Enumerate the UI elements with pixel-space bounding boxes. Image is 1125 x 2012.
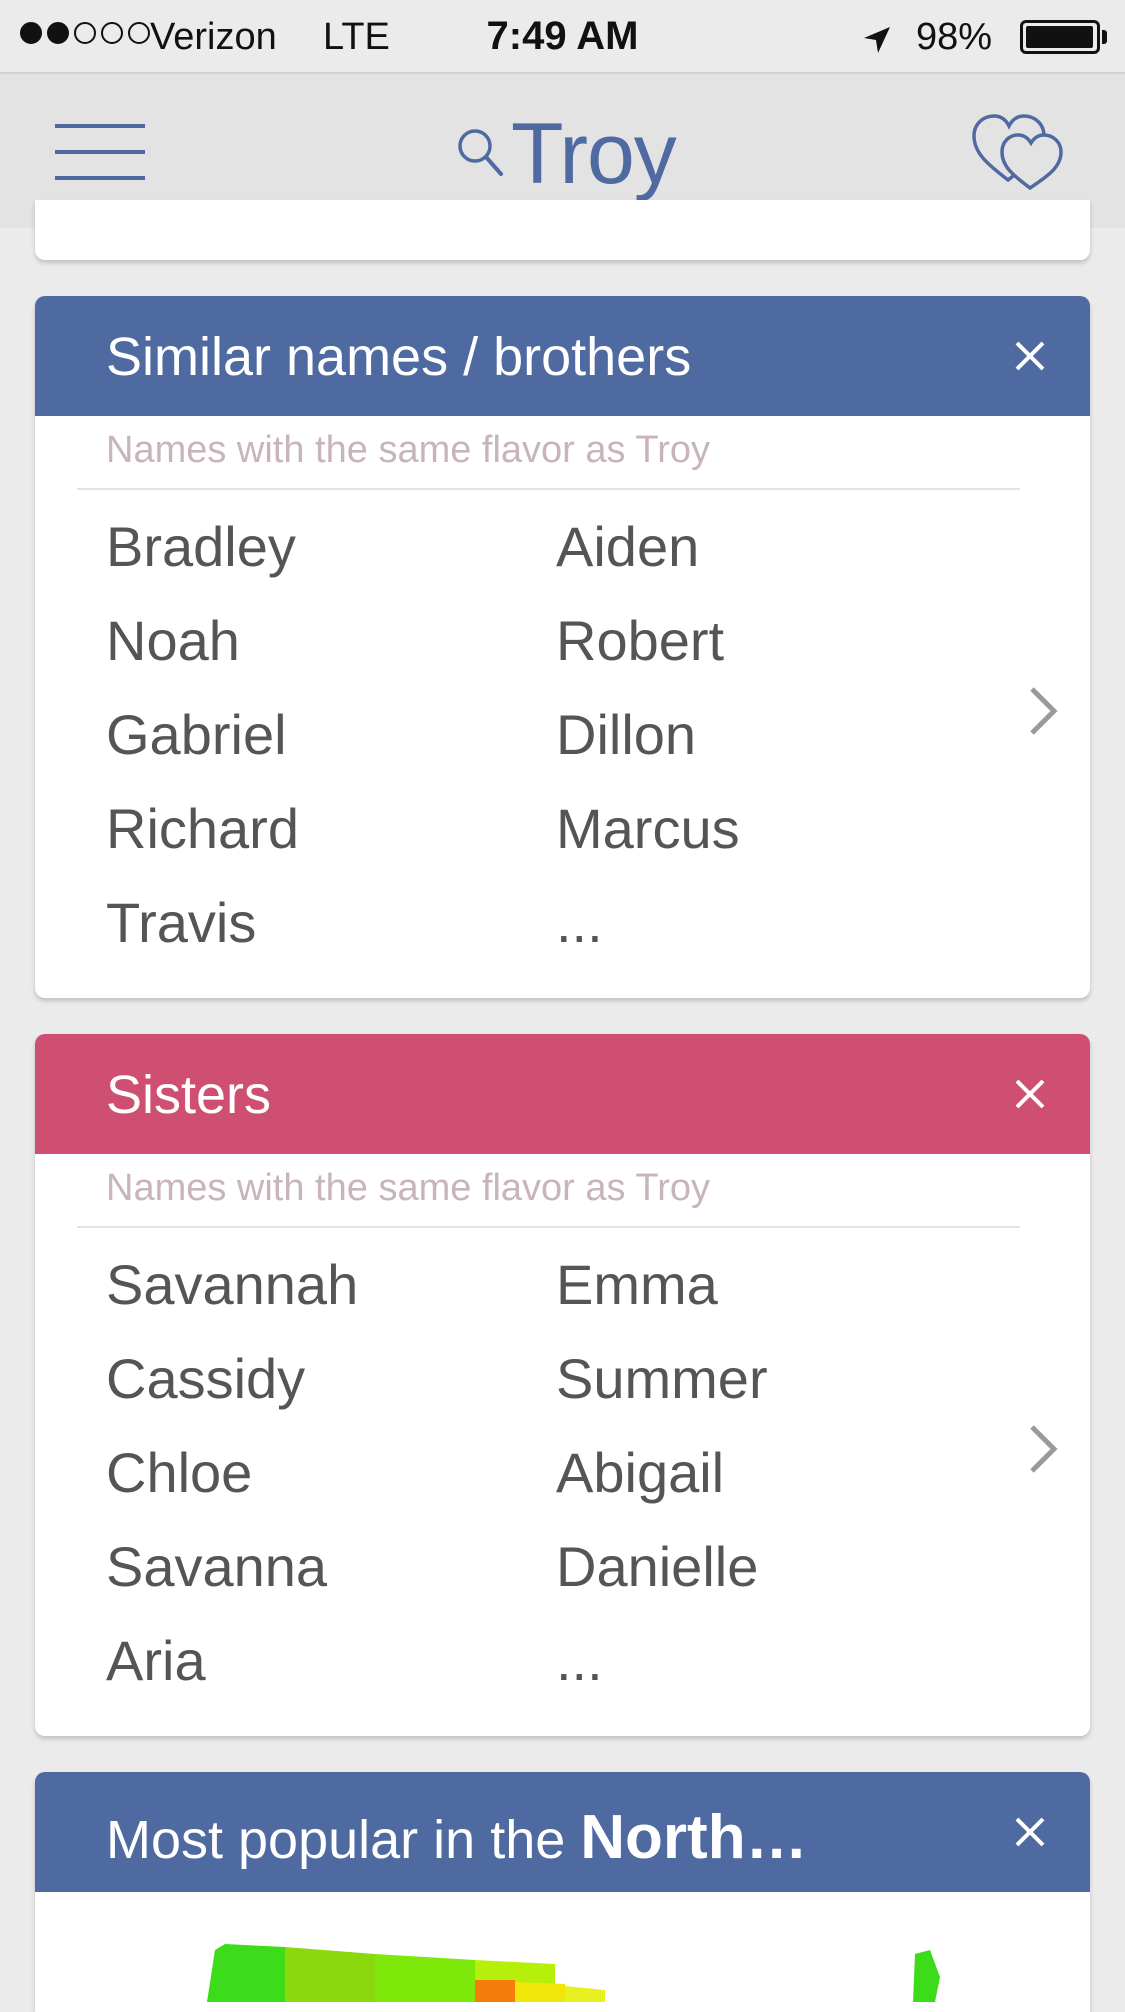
name-link[interactable]: Savannah: [106, 1252, 358, 1317]
carrier-name: Verizon: [150, 16, 277, 58]
menu-icon-line: [55, 124, 145, 128]
sisters-card: Sisters Names with the same flavor as Tr…: [35, 1034, 1090, 1736]
name-link[interactable]: Gabriel: [106, 702, 287, 767]
similar-names-header: Similar names / brothers: [35, 296, 1090, 416]
name-link[interactable]: Richard: [106, 796, 299, 861]
name-link[interactable]: Emma: [556, 1252, 718, 1317]
close-most-popular-button[interactable]: [1000, 1802, 1060, 1862]
signal-dot: [47, 22, 69, 44]
us-map-image[interactable]: [35, 1892, 1090, 2002]
battery-tip: [1102, 30, 1107, 44]
name-link[interactable]: Travis: [106, 890, 256, 955]
page-title: Troy: [511, 105, 677, 202]
divider: [77, 488, 1020, 490]
close-similar-names-button[interactable]: [1000, 326, 1060, 386]
close-icon: [1015, 341, 1045, 371]
sisters-subtitle: Names with the same flavor as Troy: [106, 1167, 710, 1209]
signal-dot: [74, 22, 96, 44]
sisters-header: Sisters: [35, 1034, 1090, 1154]
signal-dot: [101, 22, 123, 44]
search-icon: [455, 124, 505, 185]
name-link[interactable]: Danielle: [556, 1534, 758, 1599]
similar-names-subtitle: Names with the same flavor as Troy: [106, 429, 710, 471]
network-type: LTE: [323, 16, 390, 58]
name-link[interactable]: Aria: [106, 1628, 206, 1693]
similar-names-card: Similar names / brothers Names with the …: [35, 296, 1090, 998]
location-arrow-icon: [862, 22, 892, 65]
divider: [77, 1226, 1020, 1228]
most-popular-title: Most popular in the North…: [106, 1802, 808, 1873]
signal-dot: [20, 22, 42, 44]
name-link[interactable]: Bradley: [106, 514, 296, 579]
battery-level-fill: [1026, 26, 1093, 48]
menu-button[interactable]: [55, 124, 145, 180]
signal-strength-icon: [20, 22, 150, 44]
menu-icon-line: [55, 176, 145, 180]
chevron-right-icon[interactable]: [1022, 681, 1062, 741]
close-icon: [1015, 1079, 1045, 1109]
name-link[interactable]: Aiden: [556, 514, 699, 579]
name-link[interactable]: Chloe: [106, 1440, 252, 1505]
status-time: 7:49 AM: [486, 14, 639, 58]
status-bar: Verizon LTE 7:49 AM 98%: [0, 0, 1125, 72]
more-names-ellipsis[interactable]: ...: [556, 1628, 603, 1693]
signal-dot: [128, 22, 150, 44]
more-names-ellipsis[interactable]: ...: [556, 890, 603, 955]
sisters-title: Sisters: [106, 1065, 272, 1125]
previous-card: [35, 200, 1090, 260]
name-link[interactable]: Dillon: [556, 702, 696, 767]
battery-percentage: 98%: [916, 16, 993, 58]
most-popular-region: North…: [580, 1803, 808, 1872]
name-link[interactable]: Cassidy: [106, 1346, 305, 1411]
hearts-icon: [972, 114, 1063, 191]
name-link[interactable]: Savanna: [106, 1534, 327, 1599]
most-popular-title-prefix: Most popular in the: [106, 1810, 581, 1870]
name-link[interactable]: Marcus: [556, 796, 740, 861]
name-link[interactable]: Summer: [556, 1346, 768, 1411]
chevron-right-icon[interactable]: [1022, 1419, 1062, 1479]
similar-names-title: Similar names / brothers: [106, 327, 692, 387]
most-popular-card: Most popular in the North…: [35, 1772, 1090, 2012]
name-link[interactable]: Abigail: [556, 1440, 724, 1505]
search-title-button[interactable]: Troy: [455, 104, 677, 204]
name-link[interactable]: Noah: [106, 608, 240, 673]
close-sisters-button[interactable]: [1000, 1064, 1060, 1124]
close-icon: [1015, 1817, 1045, 1847]
most-popular-header: Most popular in the North…: [35, 1772, 1090, 1892]
name-link[interactable]: Robert: [556, 608, 724, 673]
battery-icon: [1020, 20, 1100, 54]
favorites-button[interactable]: [968, 102, 1068, 202]
menu-icon-line: [55, 150, 145, 154]
